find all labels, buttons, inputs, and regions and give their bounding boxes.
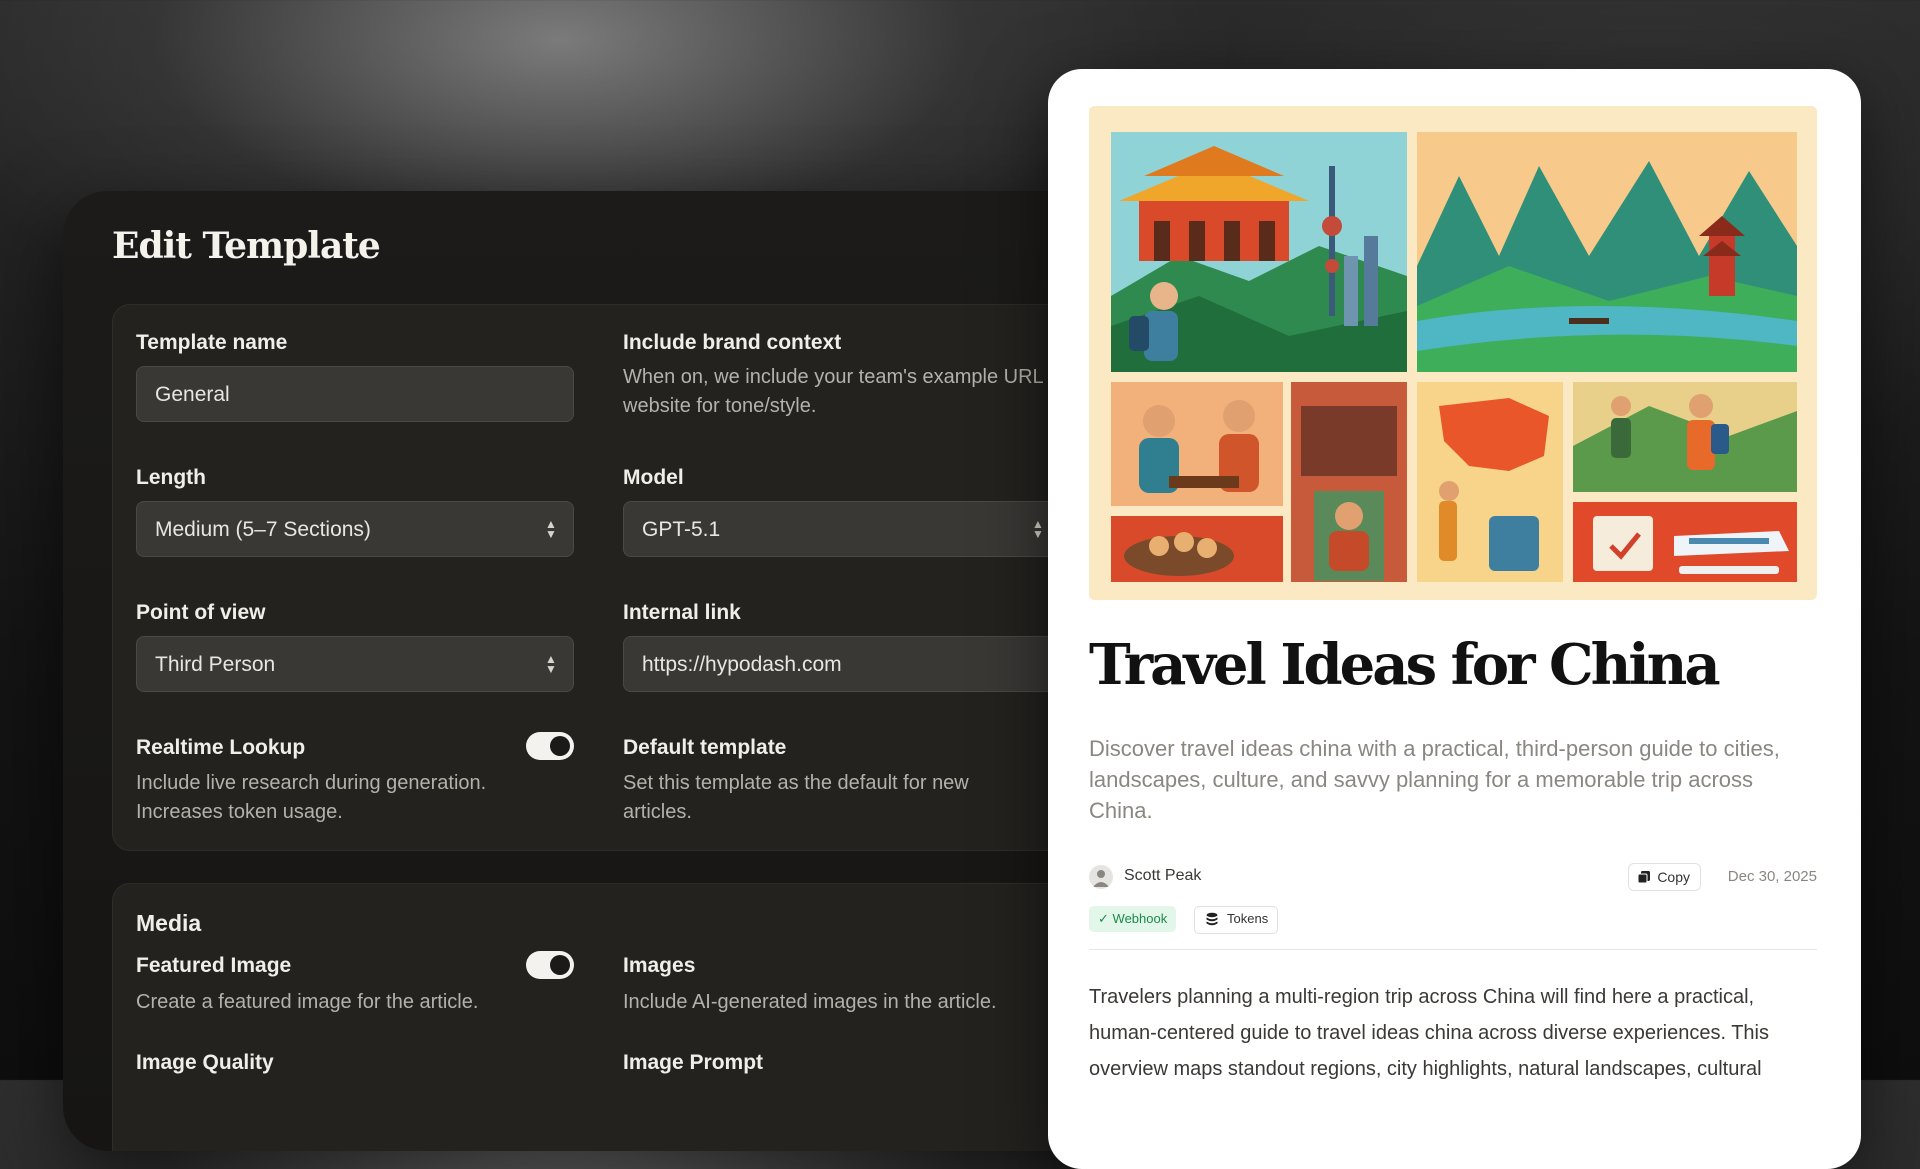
article-title: Travel Ideas for China bbox=[1089, 632, 1721, 698]
chevron-up-down-icon: ▲ ▼ bbox=[545, 517, 557, 541]
page-title: Edit Template bbox=[112, 225, 381, 267]
media-card: Media Featured Image Create a featured i… bbox=[112, 883, 1163, 1151]
article-preview: Travel Ideas for China Discover travel i… bbox=[1048, 69, 1861, 1169]
length-select[interactable]: Medium (5–7 Sections) ▲ ▼ bbox=[136, 501, 574, 557]
images-help: Include AI-generated images in the artic… bbox=[623, 991, 997, 1013]
check-icon: ✓ bbox=[1098, 911, 1109, 926]
realtime-lookup-toggle[interactable] bbox=[526, 732, 574, 760]
internal-link-input[interactable]: https://hypodash.com bbox=[623, 636, 1083, 692]
author-name: Scott Peak bbox=[1124, 867, 1202, 884]
brand-context-label: Include brand context bbox=[623, 331, 842, 354]
point-of-view-select[interactable]: Third Person ▲ ▼ bbox=[136, 636, 574, 692]
copy-label: Copy bbox=[1657, 869, 1690, 885]
model-select[interactable]: GPT-5.1 ▲ ▼ bbox=[623, 501, 1061, 557]
media-section-title: Media bbox=[136, 910, 202, 936]
image-quality-label: Image Quality bbox=[136, 1051, 274, 1074]
tokens-label: Tokens bbox=[1227, 911, 1269, 926]
length-value: Medium (5–7 Sections) bbox=[155, 518, 371, 541]
internal-link-label: Internal link bbox=[623, 601, 741, 624]
article-summary: Discover travel ideas china with a pract… bbox=[1089, 736, 1780, 823]
model-label: Model bbox=[623, 466, 684, 489]
template-name-input[interactable]: General bbox=[136, 366, 574, 422]
copy-button[interactable]: Copy bbox=[1628, 863, 1701, 891]
featured-image-help: Create a featured image for the article. bbox=[136, 991, 479, 1013]
image-prompt-label: Image Prompt bbox=[623, 1051, 764, 1074]
template-name-label: Template name bbox=[136, 331, 288, 354]
webhook-label: Webhook bbox=[1112, 911, 1168, 926]
webhook-badge: ✓ Webhook bbox=[1089, 906, 1177, 932]
default-template-label: Default template bbox=[623, 736, 787, 759]
featured-image-label: Featured Image bbox=[136, 954, 292, 977]
toggle-knob bbox=[550, 955, 570, 975]
tokens-badge: Tokens bbox=[1194, 906, 1279, 934]
copy-icon bbox=[1637, 871, 1651, 884]
user-icon bbox=[1093, 870, 1109, 887]
point-of-view-value: Third Person bbox=[155, 653, 276, 676]
realtime-lookup-help: Include live research during generation.… bbox=[136, 772, 487, 823]
avatar bbox=[1089, 865, 1113, 889]
featured-image bbox=[1089, 106, 1817, 600]
realtime-lookup-label: Realtime Lookup bbox=[136, 736, 306, 759]
chevron-up-down-icon: ▲ ▼ bbox=[545, 652, 557, 676]
length-label: Length bbox=[136, 466, 206, 489]
article-body: Travelers planning a multi-region trip a… bbox=[1089, 986, 1769, 1080]
point-of-view-label: Point of view bbox=[136, 601, 266, 624]
default-template-help: Set this template as the default for new… bbox=[623, 772, 969, 823]
publish-date: Dec 30, 2025 bbox=[1727, 868, 1817, 885]
settings-card: Template name General Include brand cont… bbox=[112, 304, 1163, 851]
china-travel-collage-illustration bbox=[1089, 106, 1817, 600]
article-meta: Scott Peak Copy Dec 30, 2025 bbox=[1089, 863, 1817, 893]
toggle-knob bbox=[550, 736, 570, 756]
featured-image-toggle[interactable] bbox=[526, 951, 574, 979]
database-icon bbox=[1206, 912, 1218, 926]
edit-template-panel: Edit Template Template name General Incl… bbox=[63, 191, 1163, 1151]
images-label: Images bbox=[623, 954, 696, 977]
model-value: GPT-5.1 bbox=[642, 518, 721, 541]
divider bbox=[1089, 949, 1817, 950]
chevron-up-down-icon: ▲ ▼ bbox=[1032, 517, 1044, 541]
